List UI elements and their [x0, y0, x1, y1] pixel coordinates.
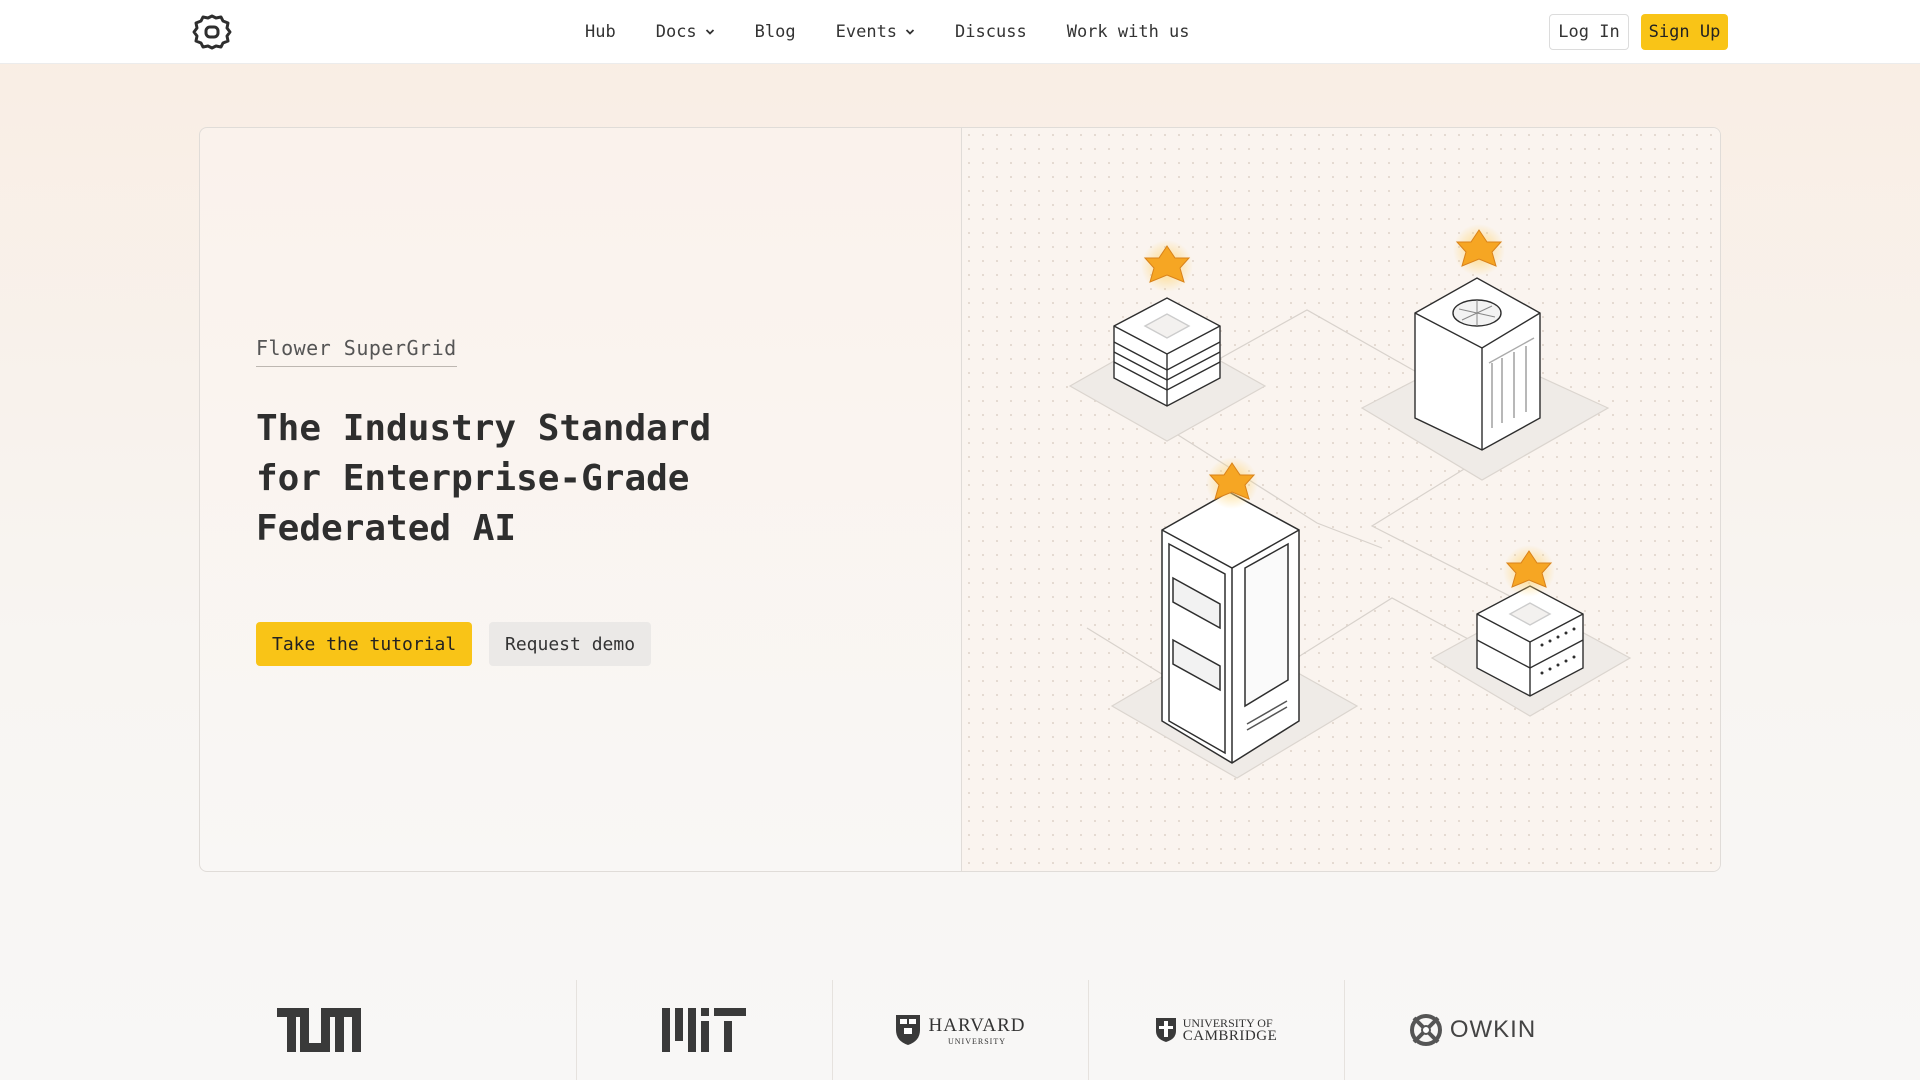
- harvard-logo: HARVARD UNIVERSITY: [832, 980, 1088, 1080]
- cambridge-logo: UNIVERSITY OF CAMBRIDGE: [1088, 980, 1344, 1080]
- nav-work-with-us[interactable]: Work with us: [1067, 22, 1190, 42]
- signup-button[interactable]: Sign Up: [1641, 14, 1728, 50]
- hero-eyebrow: Flower SuperGrid: [256, 336, 457, 367]
- take-tutorial-button[interactable]: Take the tutorial: [256, 622, 473, 666]
- owkin-name: OWKIN: [1449, 1016, 1537, 1043]
- login-button[interactable]: Log In: [1549, 14, 1629, 50]
- headline-line-1: The Industry Standard: [256, 408, 712, 449]
- headline-line-2: for Enterprise-Grade: [256, 458, 690, 499]
- hero-illustration-panel: [961, 128, 1720, 871]
- nav-discuss[interactable]: Discuss: [955, 22, 1027, 42]
- chevron-down-icon: [905, 29, 915, 35]
- harvard-shield-icon: [895, 1015, 920, 1045]
- nav-discuss-label: Discuss: [955, 22, 1027, 42]
- nav-hub[interactable]: Hub: [585, 22, 616, 42]
- nav-links: Hub Docs Blog Events Discuss Work with u…: [585, 0, 1230, 64]
- nav-work-label: Work with us: [1066, 22, 1190, 42]
- harvard-sub: UNIVERSITY: [947, 1036, 1006, 1046]
- flower-logo-icon[interactable]: [192, 13, 232, 51]
- tum-logo: [192, 980, 448, 1080]
- mit-logo: [576, 980, 832, 1080]
- nav-blog-label: Blog: [754, 22, 796, 42]
- federated-servers-illustration: [1068, 224, 1632, 779]
- harvard-name: HARVARD: [928, 1014, 1026, 1036]
- owkin-logo: OWKIN: [1344, 980, 1600, 1080]
- hero-text-panel: Flower SuperGrid The Industry Standard f…: [200, 128, 961, 871]
- nav-events-label: Events: [835, 22, 898, 42]
- nav-events[interactable]: Events: [836, 22, 915, 42]
- cambridge-shield-icon: [1155, 1018, 1176, 1042]
- nav-hub-label: Hub: [585, 22, 616, 42]
- hero-card: Flower SuperGrid The Industry Standard f…: [199, 127, 1721, 872]
- cambridge-sub: CAMBRIDGE: [1182, 1028, 1278, 1044]
- partner-logo-strip: HARVARD UNIVERSITY UNIVERSITY OF CAMBRID…: [192, 980, 1728, 1080]
- top-navbar: Hub Docs Blog Events Discuss Work with u…: [0, 0, 1920, 64]
- owkin-mark-icon: [1409, 1014, 1442, 1046]
- headline-line-3: Federated AI: [256, 508, 517, 549]
- hero-headline: The Industry Standard for Enterprise-Gra…: [256, 404, 856, 554]
- nav-docs-label: Docs: [655, 22, 697, 42]
- request-demo-button[interactable]: Request demo: [489, 622, 652, 666]
- chevron-down-icon: [705, 29, 714, 35]
- nav-docs[interactable]: Docs: [656, 22, 715, 42]
- nav-blog[interactable]: Blog: [755, 22, 796, 42]
